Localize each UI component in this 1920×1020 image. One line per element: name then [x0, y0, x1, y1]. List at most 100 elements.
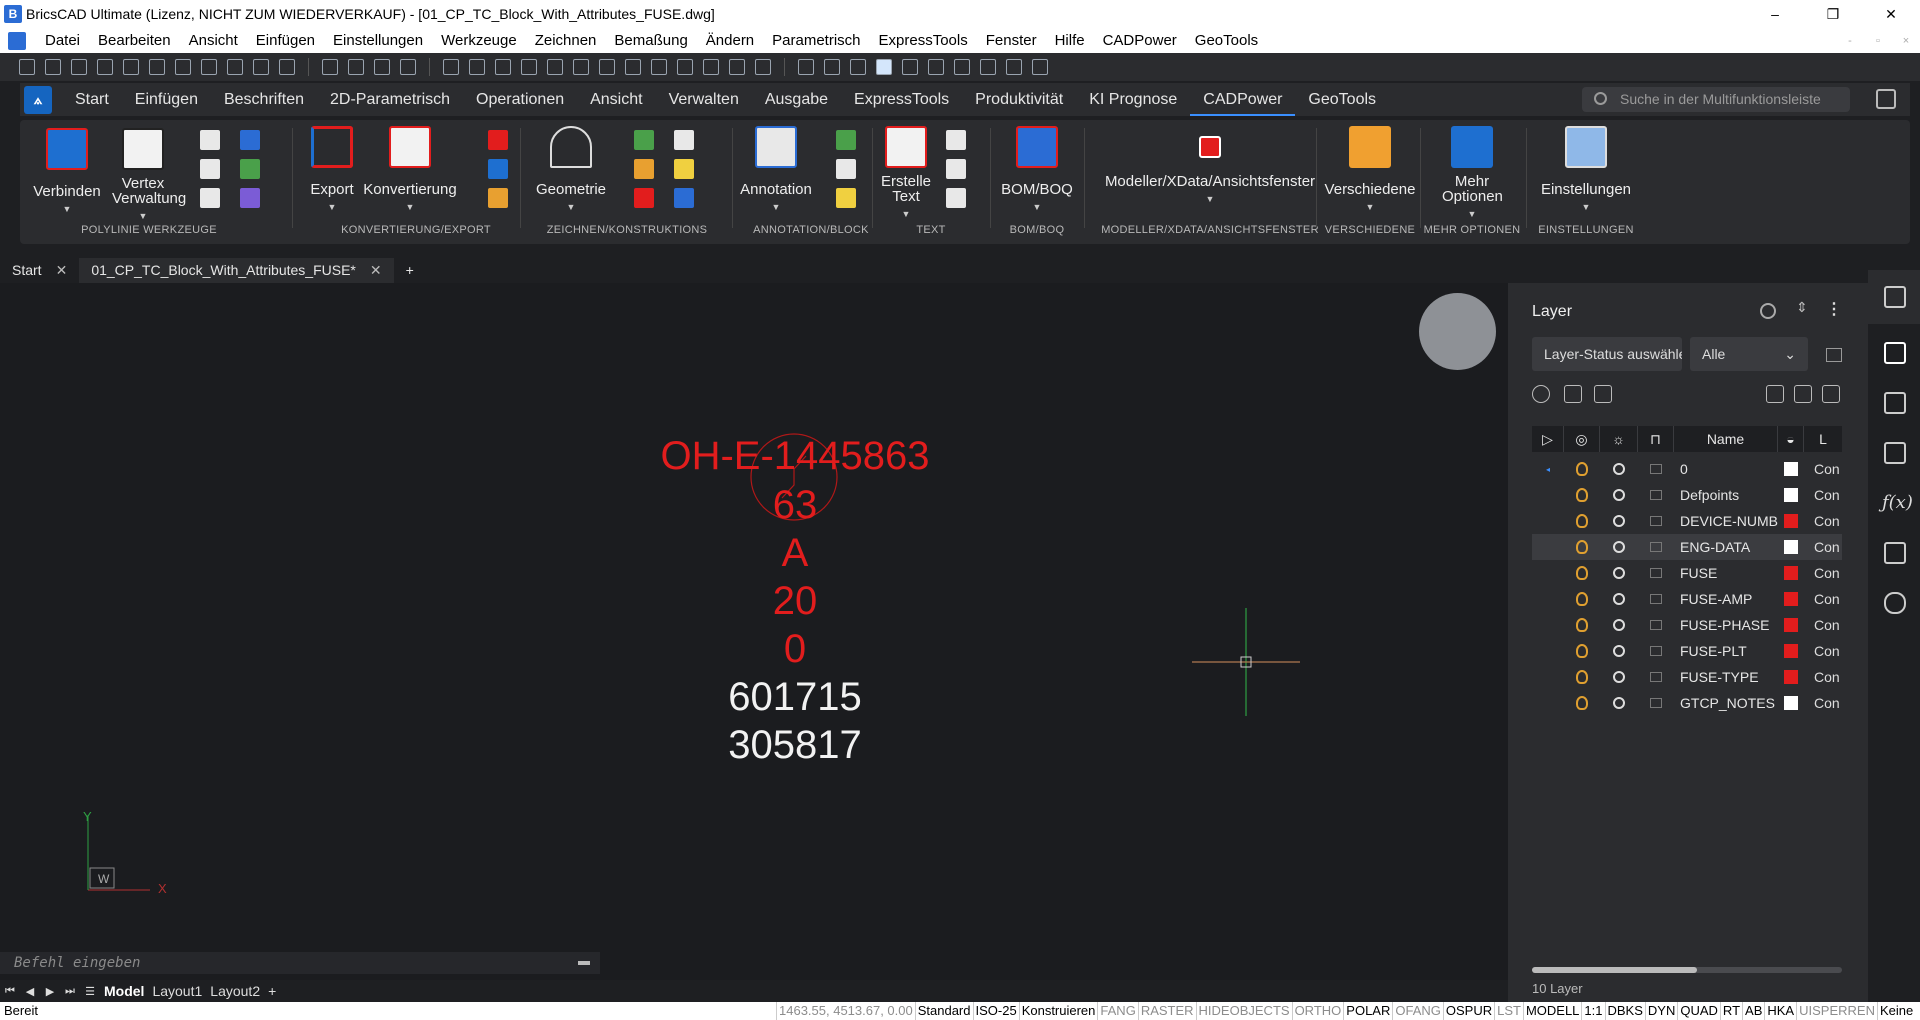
status-ofang[interactable]: OFANG — [1392, 1002, 1443, 1020]
header-lock-icon[interactable]: ⊓ — [1638, 426, 1674, 452]
tab-start[interactable]: Start — [62, 83, 122, 116]
tab-verwalten[interactable]: Verwalten — [656, 83, 752, 116]
more-options-icon[interactable]: ⋮ — [1826, 299, 1842, 319]
status-hideobjects[interactable]: HIDEOBJECTS — [1195, 1002, 1292, 1020]
add-layout-button[interactable]: + — [264, 983, 280, 999]
konvertierung-button[interactable]: Konvertierung ▼ — [362, 126, 458, 215]
layer-on-bulb-icon[interactable] — [1564, 644, 1600, 658]
verbinden-button[interactable]: Verbinden ▼ — [32, 128, 102, 217]
doc-tab-start[interactable]: Start ✕ — [0, 258, 79, 283]
status-uisperren[interactable]: UISPERREN — [1796, 1002, 1877, 1020]
menu-zeichnen[interactable]: Zeichnen — [526, 32, 606, 49]
drawing-canvas[interactable]: OH-E-1445863 63 A 20 0 601715 305817 Y X… — [0, 283, 1508, 980]
line-red-icon[interactable] — [495, 59, 511, 75]
layer-thaw-sun-icon[interactable] — [1600, 515, 1638, 527]
document-icon[interactable] — [8, 31, 26, 50]
layer-unlock-icon[interactable] — [1638, 620, 1674, 630]
layer-linetype[interactable]: Con — [1804, 513, 1842, 529]
structure-tree-icon[interactable] — [1884, 542, 1906, 564]
layer-color-swatch[interactable] — [1778, 670, 1804, 684]
status-ab[interactable]: AB — [1742, 1002, 1764, 1020]
layer-thaw-sun-icon[interactable] — [1600, 645, 1638, 657]
status-konstruieren[interactable]: Konstruieren — [1018, 1002, 1098, 1020]
layer-panel-scrollbar[interactable] — [1532, 967, 1842, 973]
layer-status-select[interactable]: Layer-Status auswähle — [1532, 337, 1682, 371]
purge-brush-icon[interactable] — [1594, 385, 1612, 403]
erase-icon[interactable] — [798, 59, 814, 75]
trim-short-icon[interactable] — [1032, 59, 1048, 75]
header-color-icon[interactable]: ◒ — [1778, 426, 1804, 452]
annotation-button[interactable]: Annotation ▼ — [736, 126, 816, 215]
layer-color-swatch[interactable] — [1778, 644, 1804, 658]
menu-einstellungen[interactable]: Einstellungen — [324, 32, 432, 49]
tab-geotools[interactable]: GeoTools — [1295, 83, 1389, 116]
scrollbar-thumb[interactable] — [1532, 967, 1697, 973]
attachments-paperclip-icon[interactable] — [1884, 392, 1906, 414]
menu-fenster[interactable]: Fenster — [977, 32, 1046, 49]
attribute-eng-data-1[interactable]: 601715 — [0, 677, 1508, 717]
layer-linetype[interactable]: Con — [1804, 591, 1842, 607]
construction-tool-icon[interactable] — [634, 188, 654, 208]
attribute-eng-data-2[interactable]: 305817 — [0, 725, 1508, 765]
layer-linetype[interactable]: Con — [1804, 487, 1842, 503]
menu-parametrisch[interactable]: Parametrisch — [763, 32, 869, 49]
doc-tab-drawing[interactable]: 01_CP_TC_Block_With_Attributes_FUSE* ✕ — [79, 258, 394, 283]
delete-layer-icon[interactable] — [1564, 385, 1582, 403]
tab-produktivitaet[interactable]: Produktivität — [962, 83, 1076, 116]
export-tool-icon[interactable] — [488, 159, 508, 179]
layer-linetype[interactable]: Con — [1804, 669, 1842, 685]
redo-icon[interactable] — [175, 59, 191, 75]
status-ospur[interactable]: OSPUR — [1442, 1002, 1494, 1020]
navigation-cube[interactable] — [1419, 293, 1496, 370]
layer-unlock-icon[interactable] — [1638, 490, 1674, 500]
doc-close-button[interactable]: × — [1892, 35, 1920, 47]
header-linetype[interactable]: L — [1804, 426, 1842, 452]
tab-operationen[interactable]: Operationen — [463, 83, 577, 116]
layer-unlock-icon[interactable] — [1638, 594, 1674, 604]
layer-row[interactable]: FUSE-AMP Con — [1532, 586, 1842, 612]
layer-on-bulb-icon[interactable] — [1564, 514, 1600, 528]
menu-bemassung[interactable]: Bemaßung — [605, 32, 696, 49]
einstellungen-button[interactable]: Einstellungen ▼ — [1530, 126, 1642, 215]
status-lst[interactable]: LST — [1494, 1002, 1523, 1020]
close-icon[interactable]: ✕ — [370, 258, 382, 283]
invert-filter-icon[interactable] — [1826, 348, 1842, 362]
modeller-xdata-button[interactable]: Modeller/XData/Ansichtsfenster ▼ — [1086, 126, 1334, 207]
layer-unlock-icon[interactable] — [1638, 672, 1674, 682]
layer-linetype[interactable]: Con — [1804, 643, 1842, 659]
grid-icon[interactable] — [322, 59, 338, 75]
layer-on-bulb-icon[interactable] — [1564, 592, 1600, 606]
layer-unlock-icon[interactable] — [1638, 516, 1674, 526]
attribute-device-number[interactable]: OH-E-1445863 — [0, 436, 1508, 476]
layer-row[interactable]: FUSE Con — [1532, 560, 1842, 586]
layer-row[interactable]: FUSE-TYPE Con — [1532, 664, 1842, 690]
layer-color-swatch[interactable] — [1778, 488, 1804, 502]
layer-color-swatch[interactable] — [1778, 462, 1804, 476]
menu-datei[interactable]: Datei — [36, 32, 89, 49]
status-standard[interactable]: Standard — [914, 1002, 973, 1020]
layer-color-swatch[interactable] — [1778, 696, 1804, 710]
menu-werkzeuge[interactable]: Werkzeuge — [432, 32, 526, 49]
doc-minimize-button[interactable]: - — [1836, 35, 1864, 47]
export-icon[interactable] — [279, 59, 295, 75]
status-fang[interactable]: FANG — [1097, 1002, 1137, 1020]
command-line-input[interactable]: Befehl eingeben — [0, 952, 600, 974]
polyline-tool-icon[interactable] — [240, 188, 260, 208]
layer-thaw-sun-icon[interactable] — [1600, 671, 1638, 683]
hatch-red-icon[interactable] — [928, 59, 944, 75]
tab-2d-parametrisch[interactable]: 2D-Parametrisch — [317, 83, 463, 116]
layer-state-icon[interactable] — [1794, 385, 1812, 403]
tab-beschriften[interactable]: Beschriften — [211, 83, 317, 116]
construction-tool-icon[interactable] — [634, 159, 654, 179]
layer-thaw-sun-icon[interactable] — [1600, 619, 1638, 631]
point-line-icon[interactable] — [443, 59, 459, 75]
application-menu-button[interactable]: ⟑ — [24, 85, 52, 114]
menu-expresstools[interactable]: ExpressTools — [870, 32, 977, 49]
ribbon-settings-icon[interactable] — [1876, 89, 1896, 109]
layer-on-bulb-icon[interactable] — [1564, 462, 1600, 476]
layout-tab-layout1[interactable]: Layout1 — [148, 983, 206, 999]
annotation-tool-icon[interactable] — [836, 159, 856, 179]
undo-icon[interactable] — [149, 59, 165, 75]
polyline-tool-icon[interactable] — [200, 159, 220, 179]
layer-row[interactable]: ENG-DATA Con — [1532, 534, 1842, 560]
